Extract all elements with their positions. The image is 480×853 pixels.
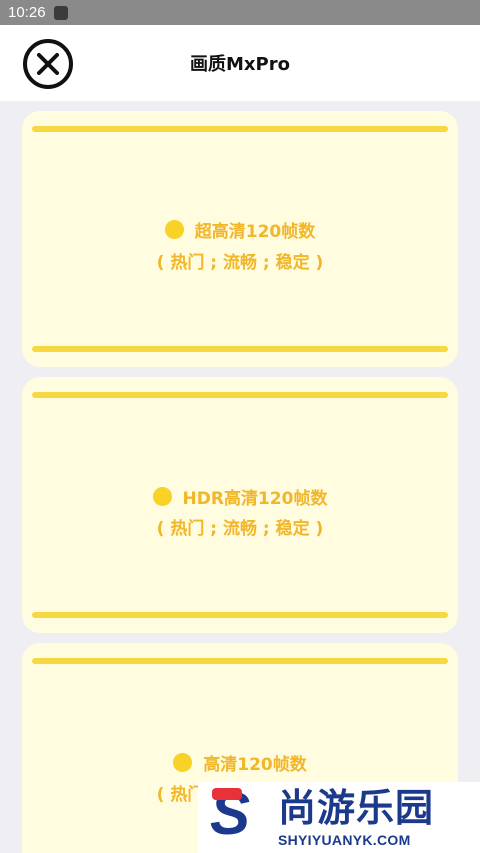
card-bottom-bar — [32, 346, 448, 352]
header: 画质MxPro — [0, 25, 480, 101]
card-title: HDR高清120帧数 — [182, 489, 328, 509]
watermark-domain: SHYIYUANYK.COM — [278, 832, 411, 848]
close-button[interactable] — [23, 39, 73, 89]
bullet-dot-icon — [152, 487, 172, 506]
status-time: 10:26 — [8, 4, 46, 21]
card-title: 高清120帧数 — [203, 755, 307, 775]
card-subtitle: ( 热门 ; 流畅 ; 稳定 ) — [156, 519, 324, 539]
watermark-logo: S 尚游乐园 SHYIYUANYK.COM — [198, 782, 480, 853]
bullet-dot-icon — [173, 753, 193, 772]
watermark-accent — [212, 788, 242, 800]
notification-icon — [53, 5, 68, 20]
card-bottom-bar — [32, 612, 448, 618]
card-top-bar — [32, 658, 448, 664]
option-card-ultra-hd[interactable]: 超高清120帧数 ( 热门 ; 流畅 ; 稳定 ) — [22, 111, 458, 367]
bullet-dot-icon — [164, 220, 184, 239]
card-title: 超高清120帧数 — [194, 222, 316, 242]
option-card-hdr[interactable]: HDR高清120帧数 ( 热门 ; 流畅 ; 稳定 ) — [22, 377, 458, 633]
watermark-name: 尚游乐园 — [278, 786, 435, 830]
status-bar: 10:26 — [0, 0, 480, 25]
card-top-bar — [32, 392, 448, 398]
card-subtitle: ( 热门 ; 流畅 ; 稳定 ) — [156, 253, 324, 273]
close-icon — [37, 53, 59, 75]
card-top-bar — [32, 126, 448, 132]
